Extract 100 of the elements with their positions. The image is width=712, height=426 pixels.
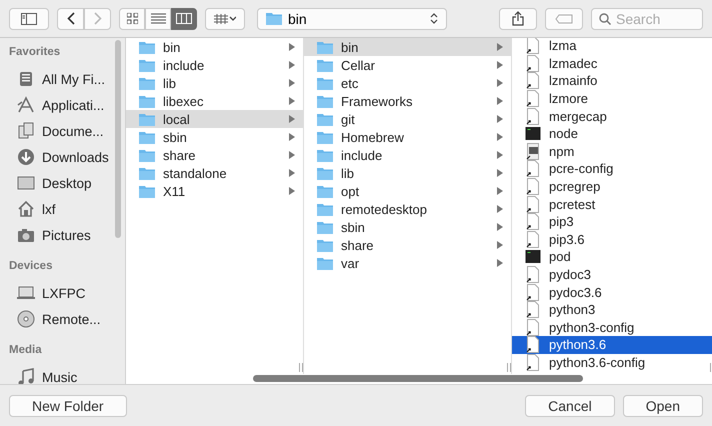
sidebar-item[interactable]: All My Fi...: [0, 66, 125, 92]
alias-file-icon: [525, 160, 541, 178]
file-row[interactable]: pod: [512, 248, 712, 266]
file-row[interactable]: python3.6: [512, 336, 712, 354]
disc-icon: [17, 310, 35, 328]
alias-file-icon: [525, 336, 541, 354]
scrollbar-thumb[interactable]: [115, 40, 121, 238]
folder-icon: [139, 130, 155, 144]
sidebar-item[interactable]: Music: [0, 364, 125, 384]
folder-icon: [317, 94, 333, 108]
alias-file-icon: [525, 54, 541, 72]
file-row[interactable]: bin: [304, 38, 511, 56]
column-resize-handle[interactable]: [298, 363, 303, 372]
dialog-button[interactable]: Open: [622, 394, 703, 416]
sidebar-icon: [21, 12, 37, 24]
alias-file-icon: [525, 108, 541, 125]
file-row[interactable]: pcre-config: [512, 160, 712, 178]
chevron-icon: [497, 115, 503, 123]
file-row[interactable]: pydoc3.6: [512, 283, 712, 301]
share-button[interactable]: [499, 8, 537, 30]
file-row[interactable]: Frameworks: [304, 92, 511, 110]
file-row[interactable]: pydoc3: [512, 266, 712, 284]
location-popup[interactable]: bin: [257, 8, 447, 30]
file-row[interactable]: python3.6-config: [512, 354, 712, 372]
chevron-icon: [497, 205, 503, 213]
icon-view-icon: [126, 13, 138, 24]
view-button[interactable]: [119, 8, 145, 30]
file-row[interactable]: include: [304, 146, 511, 164]
sidebar-item[interactable]: Applicati...: [0, 92, 125, 118]
file-row[interactable]: pip3: [512, 212, 712, 231]
folder-icon: [317, 166, 333, 180]
file-row[interactable]: lzma: [512, 38, 712, 55]
folder-icon: [317, 112, 333, 126]
folder-icon: [139, 58, 155, 72]
folder-icon: [317, 220, 333, 234]
column-resize-handle[interactable]: [506, 363, 511, 372]
dialog-button[interactable]: Cancel: [525, 394, 615, 416]
file-row[interactable]: var: [304, 254, 511, 272]
file-row[interactable]: bin: [126, 38, 303, 56]
sidebar-section-title: Media: [8, 343, 43, 358]
file-row[interactable]: pcretest: [512, 195, 712, 213]
chevron-icon: [289, 133, 295, 141]
chevron-icon: [289, 115, 295, 123]
file-row[interactable]: share: [304, 236, 511, 254]
chevron-icon: [497, 259, 503, 267]
file-row[interactable]: lzmore: [512, 90, 712, 108]
chevron-icon: [497, 151, 503, 159]
file-row[interactable]: Cellar: [304, 56, 511, 74]
sidebar-item[interactable]: Desktop: [0, 170, 125, 196]
file-row[interactable]: lib: [126, 74, 303, 92]
sidebar-section-title: Devices: [8, 259, 54, 274]
alias-file-icon: [525, 284, 541, 301]
sidebar-item[interactable]: Remote...: [0, 306, 125, 332]
file-row[interactable]: opt: [304, 182, 511, 200]
sidebar-toggle-button[interactable]: [9, 8, 49, 30]
file-row[interactable]: pcregrep: [512, 178, 712, 196]
file-row[interactable]: lib: [304, 164, 511, 182]
forward-icon: [94, 12, 102, 25]
file-row[interactable]: mergecap: [512, 107, 712, 125]
file-row[interactable]: node: [512, 124, 712, 143]
chevron-icon: [289, 169, 295, 177]
sidebar-item[interactable]: Docume...: [0, 118, 125, 144]
alias-file-icon: [525, 90, 541, 108]
file-row[interactable]: npm: [512, 142, 712, 160]
file-row[interactable]: libexec: [126, 92, 303, 110]
sidebar-item[interactable]: LXFPC: [0, 280, 125, 306]
file-row[interactable]: sbin: [304, 218, 511, 236]
file-row[interactable]: lzmadec: [512, 54, 712, 72]
file-row[interactable]: lzmainfo: [512, 72, 712, 90]
file-row[interactable]: share: [126, 146, 303, 164]
share-icon: [512, 11, 524, 26]
scrollbar-thumb[interactable]: [253, 375, 583, 382]
view-button[interactable]: [171, 8, 197, 30]
list-view-icon: [150, 13, 166, 24]
file-row[interactable]: python3-config: [512, 318, 712, 336]
tag-icon: [555, 14, 573, 24]
new-folder-button[interactable]: New Folder: [9, 394, 127, 416]
file-row[interactable]: remotedesktop: [304, 200, 511, 218]
file-row[interactable]: python3: [512, 300, 712, 318]
chevron-icon: [497, 43, 503, 51]
sidebar-item[interactable]: Pictures: [0, 222, 125, 248]
camera-icon: [17, 226, 35, 244]
file-row[interactable]: X11: [126, 182, 303, 200]
file-row[interactable]: local: [126, 110, 303, 128]
back-button[interactable]: [57, 8, 84, 30]
folder-icon: [317, 76, 333, 90]
file-row[interactable]: git: [304, 110, 511, 128]
chevron-icon: [497, 79, 503, 87]
file-row[interactable]: pip3.6: [512, 230, 712, 248]
view-button[interactable]: [145, 8, 171, 30]
sidebar-item[interactable]: lxf: [0, 196, 125, 222]
file-row[interactable]: include: [126, 56, 303, 74]
terminal-icon: [525, 127, 541, 140]
file-row[interactable]: standalone: [126, 164, 303, 182]
file-row[interactable]: sbin: [126, 128, 303, 146]
arrange-button[interactable]: [205, 8, 245, 30]
sidebar-item[interactable]: Downloads: [0, 144, 125, 170]
file-row[interactable]: etc: [304, 74, 511, 92]
search-field[interactable]: Search: [591, 8, 703, 30]
file-row[interactable]: Homebrew: [304, 128, 511, 146]
